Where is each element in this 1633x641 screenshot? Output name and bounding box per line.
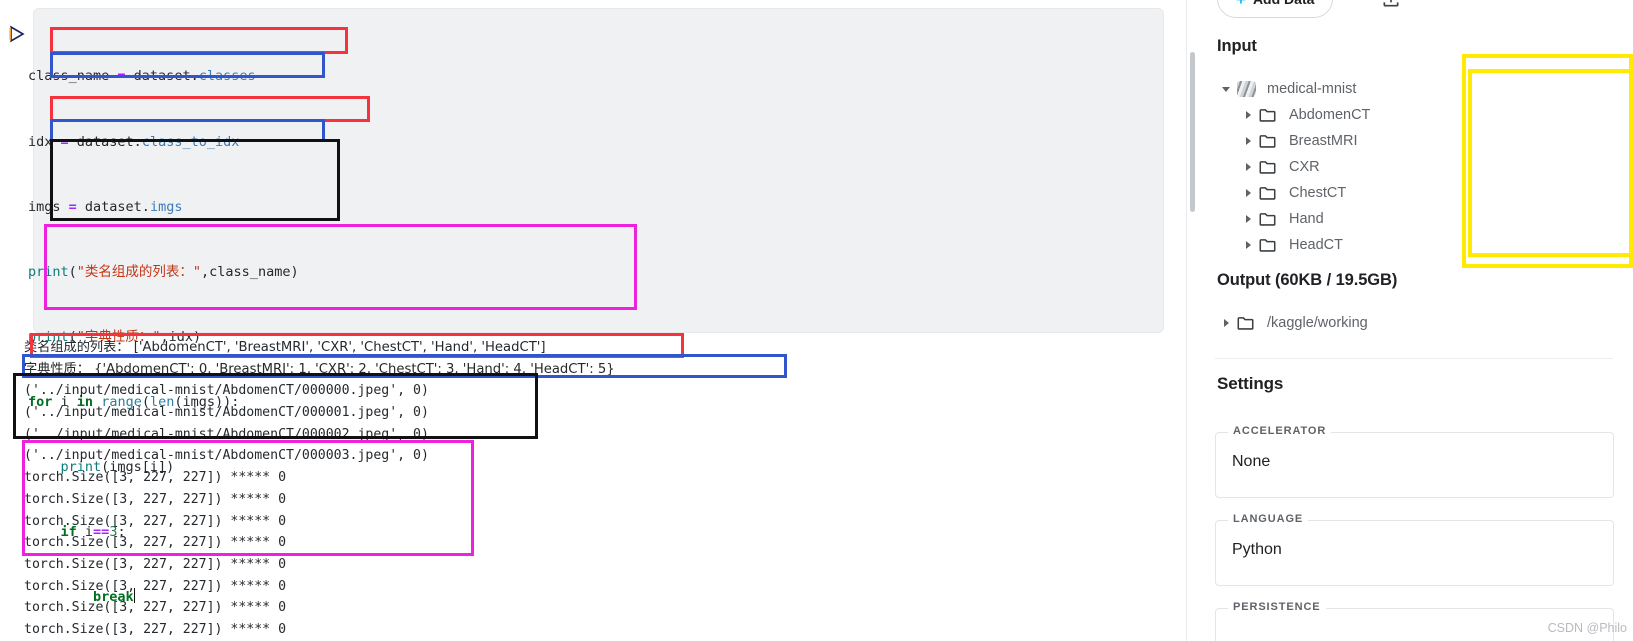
output-line: 类名组成的列表： ['AbdomenCT', 'BreastMRI', 'CXR… bbox=[24, 340, 546, 355]
code-line: imgs = dataset.imgs bbox=[28, 198, 183, 215]
output-line: ('../input/medical-mnist/AbdomenCT/00000… bbox=[24, 426, 429, 442]
cell-output: 类名组成的列表： ['AbdomenCT', 'BreastMRI', 'CXR… bbox=[24, 337, 1164, 641]
tree-item-label: AbdomenCT bbox=[1289, 107, 1371, 123]
output-line: torch.Size([3, 227, 227]) ***** 0 bbox=[24, 619, 1164, 641]
add-data-row: + Add Data bbox=[1217, 0, 1401, 18]
persistence-label: PERSISTENCE bbox=[1228, 601, 1326, 613]
output-line: torch.Size([3, 227, 227]) ***** 0 bbox=[24, 511, 1164, 533]
language-value: Python bbox=[1232, 541, 1282, 558]
play-icon bbox=[9, 25, 25, 43]
language-label: LANGUAGE bbox=[1228, 513, 1309, 525]
folder-icon bbox=[1237, 316, 1263, 330]
chevron-right-icon[interactable] bbox=[1237, 215, 1259, 223]
output-line: torch.Size([3, 227, 227]) ***** 0 bbox=[24, 554, 1164, 576]
sidebar-divider bbox=[1215, 358, 1613, 359]
tree-item-headct[interactable]: HeadCT bbox=[1215, 232, 1370, 258]
notebook-area: class_name = dataset.classes idx = datas… bbox=[0, 0, 1186, 641]
settings-section-heading: Settings bbox=[1217, 374, 1284, 393]
dataset-icon bbox=[1237, 81, 1263, 97]
folder-icon bbox=[1259, 160, 1285, 174]
folder-icon bbox=[1259, 238, 1285, 252]
chevron-right-icon[interactable] bbox=[1237, 163, 1259, 171]
output-line: ('../input/medical-mnist/AbdomenCT/00000… bbox=[24, 383, 429, 399]
accelerator-value: None bbox=[1232, 453, 1271, 470]
folder-icon bbox=[1259, 186, 1285, 200]
output-line: 字典性质： {'AbdomenCT': 0, 'BreastMRI': 1, '… bbox=[24, 361, 615, 377]
tree-item-label: CXR bbox=[1289, 159, 1320, 175]
tree-item-chestct[interactable]: ChestCT bbox=[1215, 180, 1370, 206]
accelerator-label: ACCELERATOR bbox=[1228, 425, 1332, 437]
add-data-label: Add Data bbox=[1253, 0, 1314, 7]
add-data-button[interactable]: + Add Data bbox=[1217, 0, 1334, 18]
tree-item-hand[interactable]: Hand bbox=[1215, 206, 1370, 232]
output-line: ('../input/medical-mnist/AbdomenCT/00000… bbox=[24, 448, 429, 464]
tree-item-label: /kaggle/working bbox=[1267, 315, 1368, 331]
output-line: ('../input/medical-mnist/AbdomenCT/00000… bbox=[24, 405, 429, 421]
tree-item-label: HeadCT bbox=[1289, 237, 1343, 253]
tree-item-kaggle-working[interactable]: /kaggle/working bbox=[1215, 310, 1368, 336]
chevron-right-icon[interactable] bbox=[1237, 137, 1259, 145]
input-section-heading: Input bbox=[1217, 37, 1257, 55]
code-line: idx = dataset.class_to_idx bbox=[28, 133, 240, 150]
output-section-heading: Output (60KB / 19.5GB) bbox=[1217, 271, 1398, 289]
chevron-down-icon[interactable] bbox=[1215, 86, 1237, 92]
output-line: torch.Size([3, 227, 227]) ***** 0 bbox=[24, 597, 1164, 619]
tree-item-abdomenct[interactable]: AbdomenCT bbox=[1215, 102, 1370, 128]
folder-icon bbox=[1259, 134, 1285, 148]
output-line: torch.Size([3, 227, 227]) ***** 0 bbox=[24, 576, 1164, 598]
tree-item-label: BreastMRI bbox=[1289, 133, 1358, 149]
code-line: print("类名组成的列表：",class_name) bbox=[28, 263, 299, 280]
chevron-right-icon[interactable] bbox=[1237, 189, 1259, 197]
upload-icon[interactable] bbox=[1381, 0, 1401, 9]
plus-icon: + bbox=[1236, 0, 1246, 8]
input-file-tree: medical-mnist AbdomenCT BreastMRI CXR Ch… bbox=[1215, 76, 1370, 258]
tree-item-label: ChestCT bbox=[1289, 185, 1347, 201]
folder-icon bbox=[1259, 108, 1285, 122]
language-field[interactable]: LANGUAGE Python bbox=[1215, 513, 1614, 586]
output-file-tree: /kaggle/working bbox=[1215, 310, 1368, 336]
tree-item-medical-mnist[interactable]: medical-mnist bbox=[1215, 76, 1370, 102]
output-line: torch.Size([3, 227, 227]) ***** 0 bbox=[24, 489, 1164, 511]
code-line: class_name = dataset.classes bbox=[28, 68, 256, 85]
tree-item-label: medical-mnist bbox=[1267, 81, 1357, 97]
sidebar-scrollbar[interactable] bbox=[1190, 52, 1195, 212]
chevron-right-icon[interactable] bbox=[1237, 241, 1259, 249]
accelerator-field[interactable]: ACCELERATOR None bbox=[1215, 425, 1614, 498]
folder-icon bbox=[1259, 212, 1285, 226]
tree-item-label: Hand bbox=[1289, 211, 1324, 227]
output-line: torch.Size([3, 227, 227]) ***** 0 bbox=[24, 532, 1164, 554]
output-line: torch.Size([3, 227, 227]) ***** 0 bbox=[24, 467, 1164, 489]
run-cell-button[interactable] bbox=[4, 22, 28, 46]
tree-item-cxr[interactable]: CXR bbox=[1215, 154, 1370, 180]
chevron-right-icon[interactable] bbox=[1237, 111, 1259, 119]
right-sidebar: + Add Data Input medical-mnist AbdomenCT bbox=[1186, 0, 1633, 641]
tree-item-breastmri[interactable]: BreastMRI bbox=[1215, 128, 1370, 154]
chevron-right-icon[interactable] bbox=[1215, 319, 1237, 327]
screenshot-root: class_name = dataset.classes idx = datas… bbox=[0, 0, 1633, 641]
watermark: CSDN @Philo bbox=[1547, 621, 1627, 635]
